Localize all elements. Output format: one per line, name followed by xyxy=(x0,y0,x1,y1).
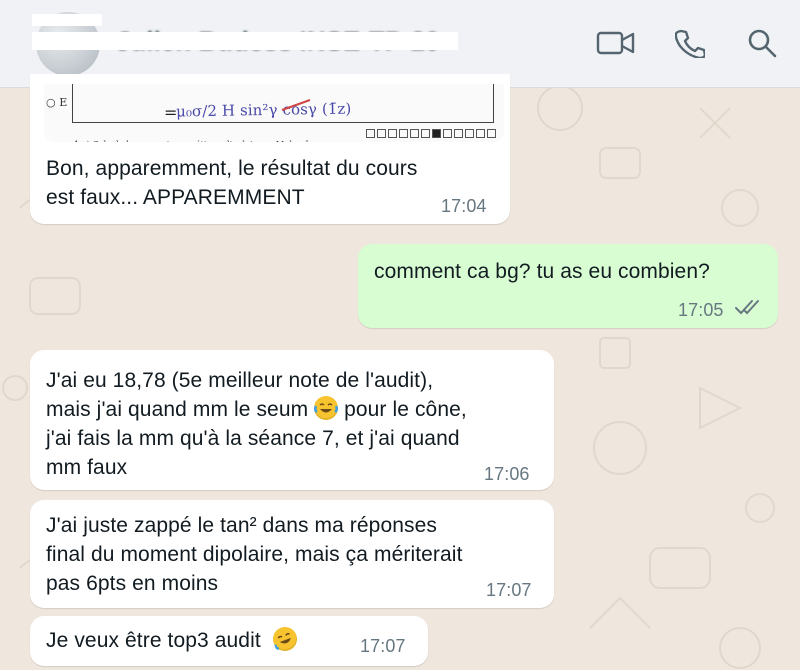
name-redaction xyxy=(32,14,102,26)
message-text-segment: pour le cône, xyxy=(344,398,467,421)
message-image[interactable]: ○ E = μ₀σ/2 H sin²γ cosγ (1̄z) 1.e) Calc… xyxy=(44,84,504,142)
message-text-line: mais j'ai quand mm le seum pour le cône, xyxy=(46,395,467,424)
incoming-message-bubble[interactable]: J'ai eu 18,78 (5e meilleur note de l'aud… xyxy=(30,350,554,490)
incoming-message-bubble[interactable]: J'ai juste zappé le tan² dans ma réponse… xyxy=(30,500,554,608)
message-text-line: mm faux xyxy=(46,456,128,479)
search-icon[interactable] xyxy=(742,26,782,60)
name-redaction xyxy=(32,32,458,50)
incoming-message-bubble[interactable]: Je veux être top3 audit 17:07 xyxy=(30,616,428,666)
image-caption: 1.e) Calcule le moment magnétique dipola… xyxy=(74,130,322,142)
message-time: 17:04 xyxy=(441,196,487,216)
handwritten-strike xyxy=(281,99,311,111)
message-text-segment: mais j'ai quand mm le seum xyxy=(46,398,309,421)
message-text-line: j'ai fais la mm qu'à la séance 7, et j'a… xyxy=(46,427,460,450)
phone-call-icon[interactable] xyxy=(670,26,710,60)
outgoing-message-bubble[interactable]: comment ca bg? tu as eu combien? 17:05 xyxy=(358,244,778,328)
rolling-on-the-floor-laughing-icon xyxy=(269,623,301,655)
incoming-message-bubble[interactable]: ○ E = μ₀σ/2 H sin²γ cosγ (1̄z) 1.e) Calc… xyxy=(30,74,510,224)
face-with-tears-of-joy-icon xyxy=(314,396,339,420)
message-text: J'ai juste zappé le tan² dans ma réponse… xyxy=(46,514,463,595)
message-time: 17:07 xyxy=(360,636,406,656)
image-equation: μ₀σ/2 H sin²γ cosγ (1̄z) xyxy=(175,99,352,121)
message-text-line: Je veux être top3 audit xyxy=(46,623,301,655)
answer-boxes xyxy=(366,129,496,138)
message-text: Bon, apparemment, le résultat du cours e… xyxy=(46,157,418,209)
video-call-icon[interactable] xyxy=(596,26,636,60)
message-time: 17:06 xyxy=(484,464,530,484)
message-time: 17:07 xyxy=(486,580,532,600)
read-receipt-icon xyxy=(735,300,759,315)
message-time: 17:05 xyxy=(678,300,724,320)
message-text-segment: Je veux être top3 audit xyxy=(46,629,261,652)
message-text: comment ca bg? tu as eu combien? xyxy=(374,260,710,283)
image-option-label: ○ E xyxy=(46,96,68,109)
message-text-line: J'ai eu 18,78 (5e meilleur note de l'aud… xyxy=(46,369,434,392)
